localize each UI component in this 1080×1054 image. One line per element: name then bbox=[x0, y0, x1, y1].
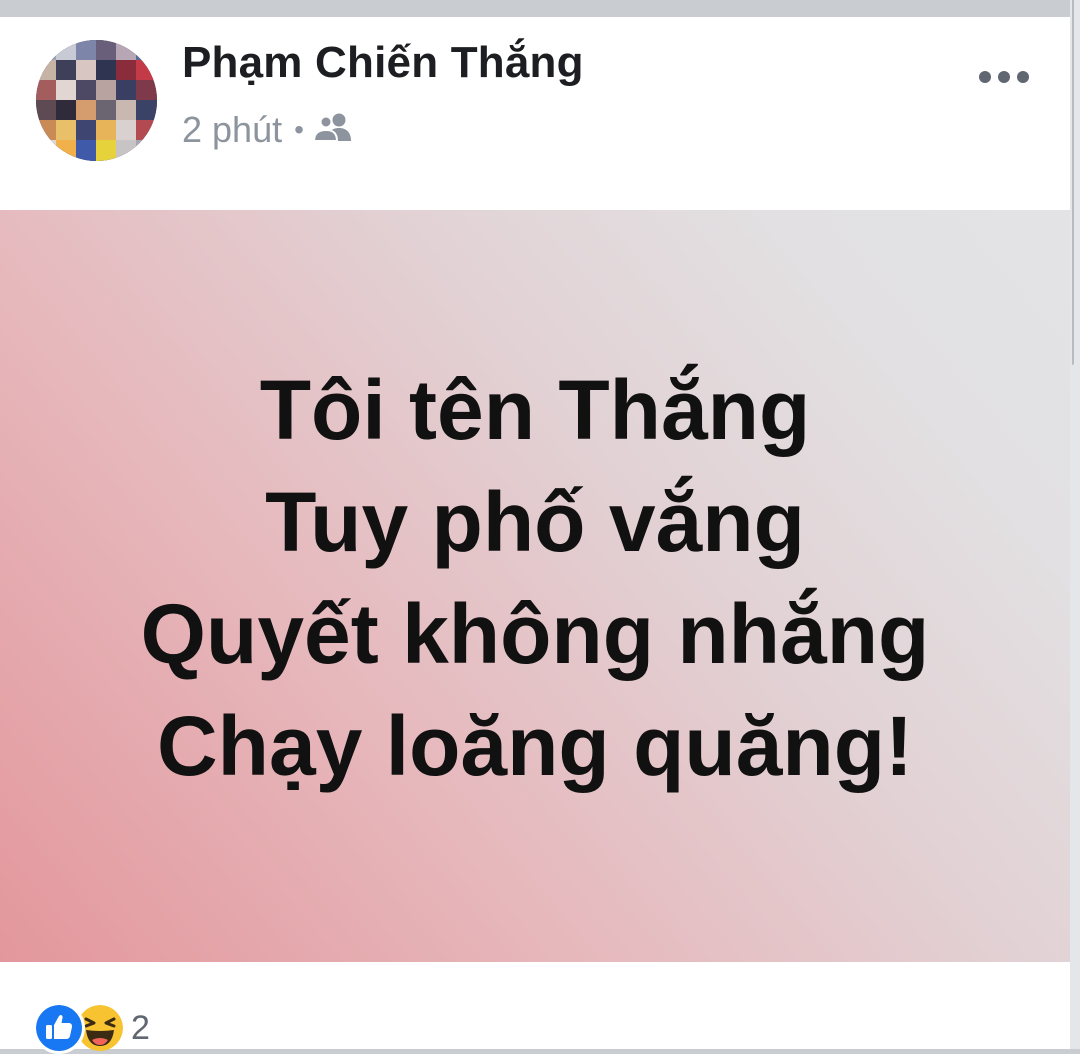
reaction-count[interactable]: 2 bbox=[131, 1009, 150, 1048]
avatar[interactable] bbox=[36, 40, 157, 161]
post-text-line: Tuy phố vắng bbox=[265, 475, 805, 569]
like-icon bbox=[33, 1002, 85, 1054]
post-text-line: Quyết không nhắng bbox=[140, 587, 930, 681]
post-content-background[interactable]: Tôi tên Thắng Tuy phố vắng Quyết không n… bbox=[0, 210, 1070, 962]
more-options-button[interactable] bbox=[975, 55, 1033, 99]
post-text-line: Chạy loăng quăng! bbox=[157, 699, 913, 793]
reaction-summary[interactable]: 2 bbox=[33, 1002, 150, 1054]
meta-separator: • bbox=[294, 114, 304, 145]
post-text-line: Tôi tên Thắng bbox=[259, 363, 811, 457]
post-text: Tôi tên Thắng Tuy phố vắng Quyết không n… bbox=[141, 354, 930, 802]
post-meta: 2 phút • bbox=[182, 107, 352, 153]
post-timestamp[interactable]: 2 phút bbox=[182, 109, 282, 151]
scrollbar[interactable] bbox=[1072, 0, 1074, 365]
more-horizontal-icon bbox=[979, 71, 1029, 83]
top-divider bbox=[0, 0, 1080, 17]
avatar-pixelated-image bbox=[36, 40, 157, 161]
friends-icon[interactable] bbox=[312, 109, 352, 151]
author-name[interactable]: Phạm Chiến Thắng bbox=[182, 38, 584, 88]
